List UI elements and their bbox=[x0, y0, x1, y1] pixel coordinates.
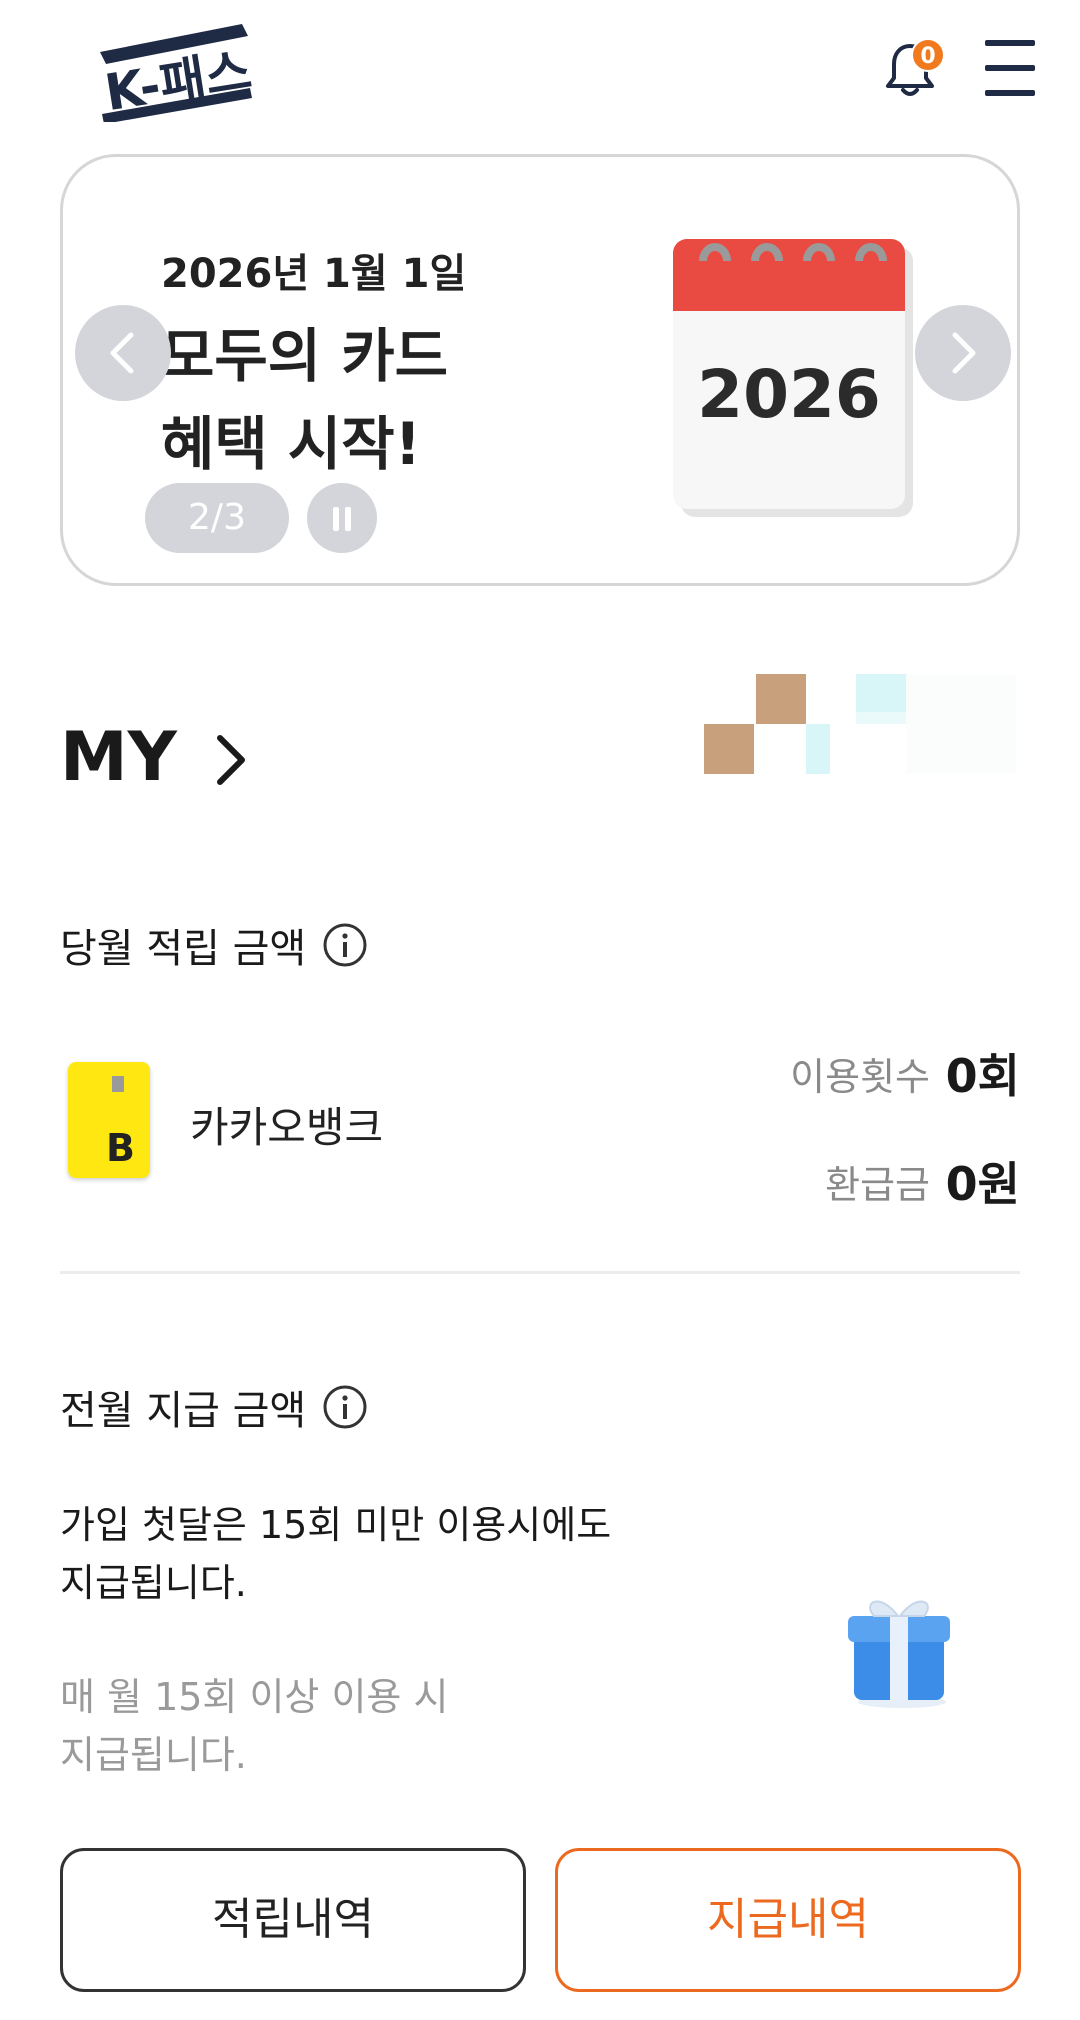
accumulation-history-button[interactable]: 적립내역 bbox=[60, 1848, 526, 1992]
payment-history-button[interactable]: 지급내역 bbox=[555, 1848, 1021, 1992]
promo-banner[interactable]: 2026년 1월 1일 모두의 카드 혜택 시작! 2026 2/3 bbox=[60, 154, 1020, 586]
usage-count-label: 이용횟수 bbox=[790, 1055, 930, 1099]
banner-headline-line2: 혜택 시작! bbox=[161, 410, 422, 478]
hamburger-menu-icon[interactable] bbox=[985, 40, 1035, 96]
info-icon[interactable] bbox=[322, 922, 368, 968]
my-section-title[interactable]: MY bbox=[60, 718, 177, 797]
carousel-pager: 2/3 bbox=[145, 483, 289, 553]
svg-text:2026: 2026 bbox=[697, 356, 881, 433]
refund-label: 환급금 bbox=[825, 1163, 930, 1207]
notification-badge: 0 bbox=[911, 38, 945, 72]
previous-payment-label: 전월 지급 금액 bbox=[60, 1388, 307, 1434]
chevron-left-icon bbox=[110, 332, 134, 374]
kakaobank-card-icon: B bbox=[68, 1062, 150, 1178]
monthly-condition-notice: 매 월 15회 이상 이용 시 지급됩니다. bbox=[60, 1675, 449, 1777]
k-pass-logo[interactable]: K-패스 bbox=[92, 18, 262, 124]
banner-headline-line1: 모두의 카드 bbox=[161, 322, 448, 390]
usage-count-value: 0회 bbox=[945, 1049, 1020, 1103]
section-divider bbox=[60, 1271, 1020, 1274]
chevron-right-icon bbox=[952, 332, 976, 374]
chevron-right-icon[interactable] bbox=[212, 730, 252, 794]
gift-box-icon bbox=[840, 1580, 960, 1710]
calendar-illustration: 2026 bbox=[663, 217, 943, 527]
info-icon[interactable] bbox=[322, 1384, 368, 1430]
app-header: K-패스 0 bbox=[0, 0, 1080, 140]
refund-value: 0원 bbox=[945, 1157, 1020, 1211]
pause-icon[interactable] bbox=[307, 483, 377, 553]
first-month-notice: 가입 첫달은 15회 미만 이용시에도 지급됩니다. bbox=[60, 1503, 612, 1605]
monthly-accumulation-label: 당월 적립 금액 bbox=[60, 926, 307, 972]
card-name: 카카오뱅크 bbox=[190, 1103, 384, 1152]
carousel-prev-button[interactable] bbox=[75, 305, 171, 401]
banner-date: 2026년 1월 1일 bbox=[161, 251, 467, 297]
carousel-next-button[interactable] bbox=[915, 305, 1011, 401]
